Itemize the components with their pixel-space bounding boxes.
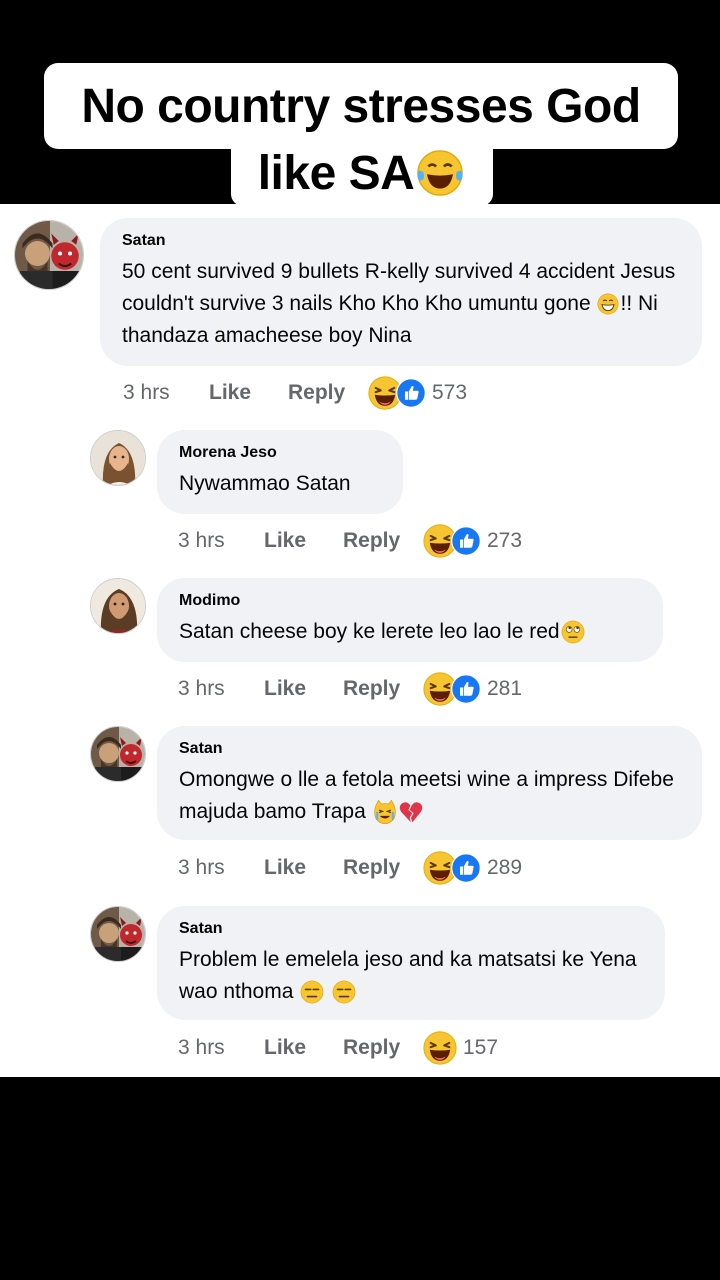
comment-author[interactable]: Modimo — [179, 592, 641, 610]
like-button[interactable]: Like — [264, 1036, 343, 1060]
comment-text-part-1: 50 cent survived 9 bullets R-kelly survi… — [122, 260, 676, 315]
like-thumb-icon — [396, 378, 426, 408]
reactions-summary[interactable]: 573 — [368, 376, 467, 410]
reply-button[interactable]: Reply — [288, 381, 368, 405]
like-button[interactable]: Like — [264, 677, 343, 701]
caption-line-1: No country stresses God — [44, 63, 678, 149]
broken-heart-icon — [398, 799, 424, 825]
reactions-summary[interactable]: 289 — [423, 851, 522, 885]
comment-actions: 3 hrs Like Reply 281 — [178, 672, 522, 706]
jesus-avatar-icon — [91, 431, 146, 486]
reply-button[interactable]: Reply — [343, 856, 423, 880]
like-thumb-icon — [451, 674, 481, 704]
comment-text: Satan cheese boy ke lerete leo lao le re… — [179, 616, 641, 648]
avatar[interactable] — [14, 220, 84, 290]
satan-avatar-icon — [15, 221, 84, 290]
avatar[interactable] — [90, 726, 146, 782]
reaction-count: 281 — [487, 677, 523, 700]
reply-button[interactable]: Reply — [343, 677, 423, 701]
comment-bubble: Satan Omongwe o lle a fetola meetsi wine… — [157, 726, 702, 840]
reactions-summary[interactable]: 281 — [423, 672, 522, 706]
comments-panel: Satan 50 cent survived 9 bullets R-kelly… — [0, 204, 720, 1077]
comment-text-body: Satan cheese boy ke lerete leo lao le re… — [179, 620, 560, 643]
reaction-count: 573 — [432, 381, 468, 404]
comment-text: Problem le emelela jeso and ka matsatsi … — [179, 944, 643, 1008]
reaction-count: 273 — [487, 529, 523, 552]
comment-bubble: Morena Jeso Nywammao Satan — [157, 430, 403, 514]
comment-time: 3 hrs — [178, 529, 225, 552]
comment-actions: 3 hrs Like Reply 273 — [178, 524, 522, 558]
comment-text: 50 cent survived 9 bullets R-kelly survi… — [122, 256, 680, 352]
meme-caption: No country stresses God like SA — [0, 0, 720, 206]
like-button[interactable]: Like — [264, 856, 343, 880]
comment-author[interactable]: Satan — [179, 740, 680, 758]
like-button[interactable]: Like — [209, 381, 288, 405]
reply-button[interactable]: Reply — [343, 1036, 423, 1060]
comment-author[interactable]: Satan — [179, 920, 643, 938]
comment-actions: 3 hrs Like Reply 573 — [123, 376, 467, 410]
comment-bubble: Satan Problem le emelela jeso and ka mat… — [157, 906, 665, 1020]
tears-of-joy-icon — [414, 147, 466, 199]
jesus-avatar-icon — [91, 579, 146, 634]
avatar[interactable] — [90, 578, 146, 634]
comment-author[interactable]: Satan — [122, 232, 680, 250]
comment-time: 3 hrs — [178, 677, 225, 700]
comment-text-body: Problem le emelela jeso and ka matsatsi … — [179, 948, 637, 1003]
comment-actions: 3 hrs Like Reply 289 — [178, 851, 522, 885]
comment-time: 3 hrs — [178, 1036, 225, 1059]
rolling-eyes-emoji-icon — [560, 619, 586, 645]
reactions-summary[interactable]: 157 — [423, 1031, 498, 1065]
like-thumb-icon — [451, 526, 481, 556]
expressionless-emoji-icon — [299, 979, 325, 1005]
avatar[interactable] — [90, 906, 146, 962]
laughing-emoji-icon — [423, 1031, 457, 1065]
comment-text: Nywammao Satan — [179, 472, 351, 495]
caption-line-2-text: like SA — [257, 146, 415, 200]
comment-bubble: Satan 50 cent survived 9 bullets R-kelly… — [100, 218, 702, 366]
caption-line-2: like SA — [231, 140, 493, 206]
reaction-count: 289 — [487, 856, 523, 879]
avatar[interactable] — [90, 430, 146, 486]
crying-cat-emoji-icon — [372, 799, 398, 825]
reply-button[interactable]: Reply — [343, 529, 423, 553]
comment-bubble: Modimo Satan cheese boy ke lerete leo la… — [157, 578, 663, 662]
grinning-emoji-icon — [596, 292, 620, 316]
reactions-summary[interactable]: 273 — [423, 524, 522, 558]
like-thumb-icon — [451, 853, 481, 883]
comment-text-body: Omongwe o lle a fetola meetsi wine a imp… — [179, 768, 674, 823]
comment-time: 3 hrs — [123, 381, 170, 404]
comment-actions: 3 hrs Like Reply 157 — [178, 1031, 498, 1065]
expressionless-emoji-icon — [331, 979, 357, 1005]
satan-avatar-icon — [91, 907, 146, 962]
like-button[interactable]: Like — [264, 529, 343, 553]
comment-text: Omongwe o lle a fetola meetsi wine a imp… — [179, 764, 680, 828]
comment-time: 3 hrs — [178, 856, 225, 879]
satan-avatar-icon — [91, 727, 146, 782]
reaction-count: 157 — [463, 1036, 499, 1059]
comment-author[interactable]: Morena Jeso — [179, 444, 381, 462]
